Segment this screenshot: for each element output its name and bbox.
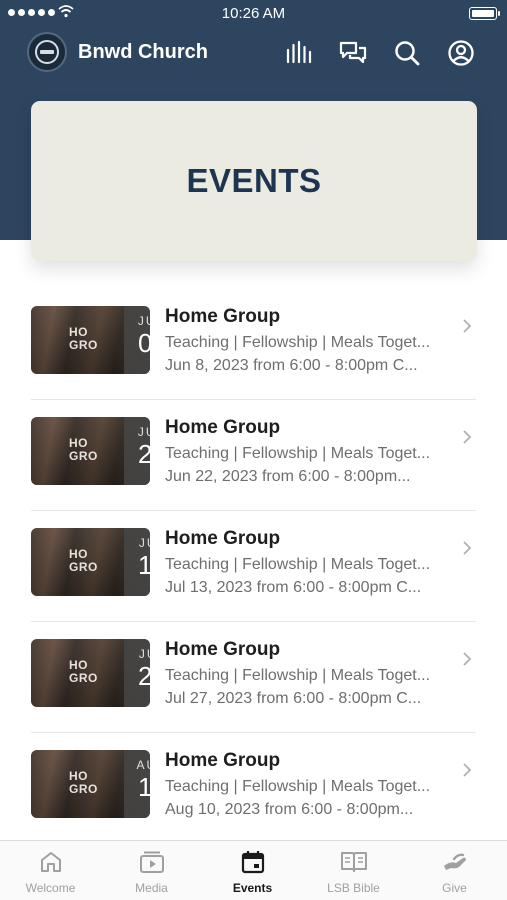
event-subtitle: Teaching | Fellowship | Meals Toget...	[165, 334, 431, 351]
event-row[interactable]: HOGRO JUN 08 Home Group Teaching | Fello…	[0, 289, 507, 400]
thumbnail-text: HO GRO	[69, 436, 98, 463]
tab-lsb-bible[interactable]: LSB Bible	[303, 849, 404, 895]
tab-give[interactable]: Give	[404, 849, 505, 895]
chevron-right-icon	[463, 319, 472, 333]
chevron-right-icon	[463, 763, 472, 777]
event-subtitle: Teaching | Fellowship | Meals Toget...	[165, 445, 431, 462]
calendar-icon	[241, 851, 264, 874]
date-month: JUN	[137, 314, 150, 328]
tab-label: Media	[135, 881, 168, 895]
thumbnail-text: HO GRO	[69, 325, 98, 352]
event-row[interactable]: HOGRO JUL 27 Home Group Teaching | Fello…	[0, 622, 507, 733]
events-banner-title: EVENTS	[186, 162, 322, 199]
chevron-right-icon	[463, 430, 472, 444]
tab-events[interactable]: Events	[202, 849, 303, 895]
home-icon	[40, 852, 61, 872]
event-title: Home Group	[165, 528, 281, 549]
date-badge: JUN 08	[124, 306, 150, 374]
date-day: 13	[138, 550, 150, 580]
date-month: JUN	[137, 425, 150, 439]
bottom-tab-bar: Welcome Media Events LSB Bible Give	[0, 840, 507, 900]
date-month: JUL	[138, 647, 150, 661]
thumbnail-text: HO GRO	[69, 547, 98, 574]
thumbnail-text: HO GRO	[69, 769, 98, 796]
tab-label: Events	[232, 881, 273, 895]
app-bar: Bnwd Church	[0, 30, 507, 76]
event-thumbnail: HOGRO JUL 13	[31, 528, 150, 596]
tab-welcome[interactable]: Welcome	[0, 849, 101, 895]
event-row[interactable]: HOGRO JUL 13 Home Group Teaching | Fello…	[0, 511, 507, 622]
event-datetime: Jun 22, 2023 from 6:00 - 8:00pm...	[165, 468, 411, 485]
event-subtitle: Teaching | Fellowship | Meals Toget...	[165, 667, 431, 684]
event-title: Home Group	[165, 306, 281, 327]
status-time: 10:26 AM	[221, 5, 286, 22]
event-datetime: Aug 10, 2023 from 6:00 - 8:00pm...	[165, 801, 414, 818]
date-badge: JUN 22	[124, 417, 150, 485]
search-icon[interactable]	[392, 38, 422, 68]
tab-label: Give	[442, 881, 467, 895]
event-row[interactable]: HOGRO AUG 10 Home Group Teaching | Fello…	[0, 733, 507, 844]
chevron-right-icon	[463, 541, 472, 555]
app-title: Bnwd Church	[78, 41, 208, 63]
date-month: AUG	[136, 758, 150, 772]
event-title: Home Group	[165, 750, 281, 771]
chevron-right-icon	[463, 652, 472, 666]
date-day: 22	[138, 439, 150, 469]
tab-label: Welcome	[25, 881, 76, 895]
tab-media[interactable]: Media	[101, 849, 202, 895]
give-hand-icon	[443, 853, 466, 870]
media-icon	[139, 851, 164, 873]
book-icon	[340, 852, 367, 872]
event-thumbnail: HOGRO JUN 08	[31, 306, 150, 374]
event-title: Home Group	[165, 417, 281, 438]
date-day: 08	[138, 328, 150, 358]
event-thumbnail: HOGRO JUN 22	[31, 417, 150, 485]
event-datetime: Jun 8, 2023 from 6:00 - 8:00pm C...	[165, 357, 418, 374]
date-day: 27	[138, 661, 150, 691]
date-badge: AUG 10	[124, 750, 150, 818]
status-bar: 10:26 AM	[0, 0, 507, 28]
profile-icon[interactable]	[446, 38, 476, 68]
date-badge: JUL 27	[124, 639, 150, 707]
battery-icon	[469, 7, 500, 20]
event-thumbnail: HOGRO AUG 10	[31, 750, 150, 818]
event-row[interactable]: HOGRO JUN 22 Home Group Teaching | Fello…	[0, 400, 507, 511]
bars-icon[interactable]	[284, 38, 314, 68]
thumbnail-text: HO GRO	[69, 658, 98, 685]
date-badge: JUL 13	[124, 528, 150, 596]
event-subtitle: Teaching | Fellowship | Meals Toget...	[165, 778, 431, 795]
event-thumbnail: HOGRO JUL 27	[31, 639, 150, 707]
event-subtitle: Teaching | Fellowship | Meals Toget...	[165, 556, 431, 573]
event-datetime: Jul 13, 2023 from 6:00 - 8:00pm C...	[165, 579, 422, 596]
chat-icon[interactable]	[338, 38, 368, 68]
tab-label: LSB Bible	[327, 881, 380, 895]
church-logo-icon[interactable]	[27, 32, 67, 72]
events-banner: EVENTS	[31, 101, 477, 261]
date-day: 10	[138, 772, 150, 802]
date-month: JUL	[138, 536, 150, 550]
event-datetime: Jul 27, 2023 from 6:00 - 8:00pm C...	[165, 690, 422, 707]
event-title: Home Group	[165, 639, 281, 660]
